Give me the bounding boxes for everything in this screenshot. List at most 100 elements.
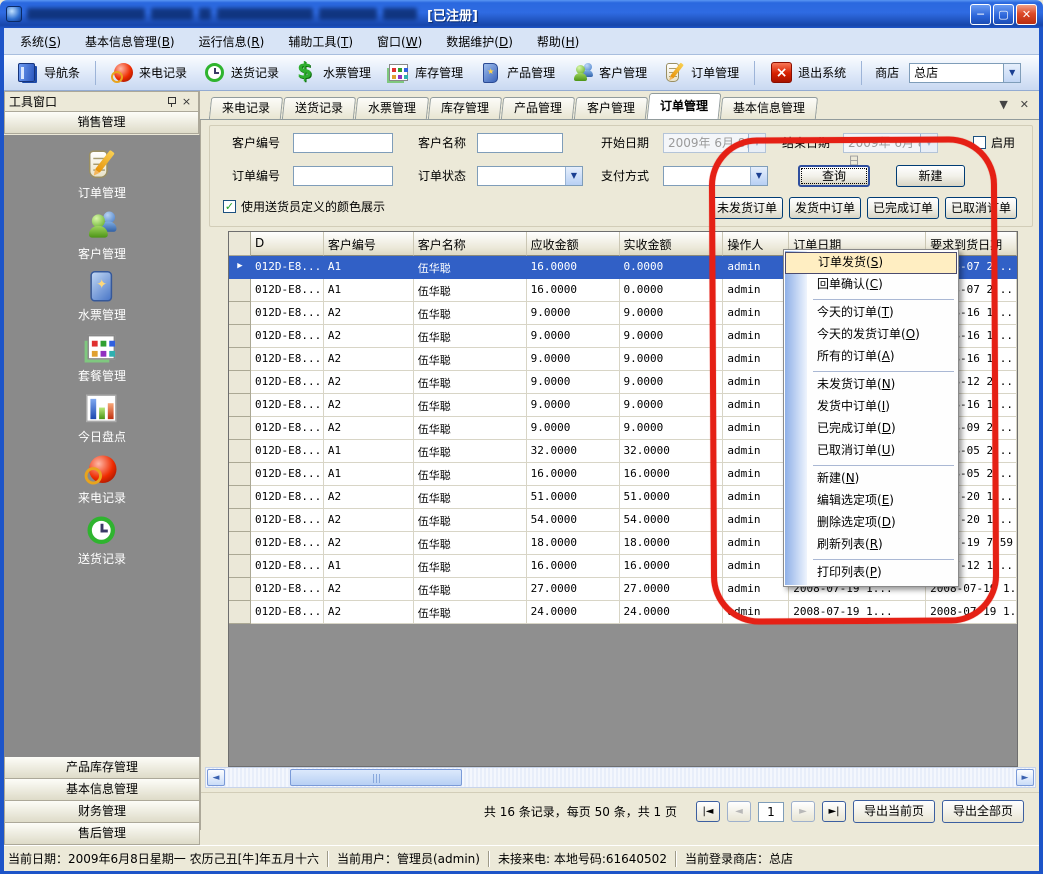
sidebar-item-今日盘点[interactable]: 今日盘点 [42,397,162,445]
context-menu-item-0[interactable]: 订单发货(S) [785,252,957,274]
cell-customer_name[interactable]: 伍华聪 [414,486,527,509]
cell-receivable[interactable]: 54.0000 [527,509,620,532]
cell-operator[interactable]: admin [723,486,789,509]
status-filter-button-发货中订单[interactable]: 发货中订单 [789,197,861,219]
toolbar-button-2[interactable]: 送货记录 [197,58,285,88]
chevron-down-icon[interactable]: ▼ [920,134,937,152]
cell-operator[interactable]: admin [723,279,789,302]
cell-operator[interactable]: admin [723,555,789,578]
toolbar-button-1[interactable]: 来电记录 [105,58,193,88]
context-menu-item-12[interactable]: 新建(N) [785,468,957,490]
sidebar-group-基本信息管理[interactable]: 基本信息管理 [4,779,200,801]
cell-id[interactable]: 012D-E8... [251,601,324,624]
cell-id[interactable]: 012D-E8... [251,348,324,371]
cell-order_date[interactable]: 2008-07-19 1... [789,601,926,624]
cell-receivable[interactable]: 16.0000 [527,463,620,486]
cell-id[interactable]: 012D-E8... [251,256,324,279]
column-header-客户编号[interactable]: 客户编号 [324,232,414,256]
customer-no-input[interactable] [293,133,393,153]
start-date-picker[interactable]: 2009年 6月 8日▼ [663,133,766,153]
cell-id[interactable]: 012D-E8... [251,486,324,509]
tab-产品管理[interactable]: 产品管理 [501,97,575,119]
cell-id[interactable]: 012D-E8... [251,325,324,348]
cell-customer_no[interactable]: A1 [324,256,414,279]
sidebar-item-客户管理[interactable]: 客户管理 [42,214,162,262]
cell-receivable[interactable]: 51.0000 [527,486,620,509]
cell-receivable[interactable]: 9.0000 [527,394,620,417]
column-header-操作人[interactable]: 操作人 [723,232,789,256]
cell-receivable[interactable]: 9.0000 [527,302,620,325]
cell-operator[interactable]: admin [723,417,789,440]
context-menu-item-17[interactable]: 打印列表(P) [785,562,957,584]
sidebar-item-订单管理[interactable]: 订单管理 [42,153,162,201]
cell-customer_name[interactable]: 伍华聪 [414,578,527,601]
cell-operator[interactable]: admin [723,256,789,279]
cell-id[interactable]: 012D-E8... [251,371,324,394]
sidebar-group-财务管理[interactable]: 财务管理 [4,801,200,823]
cell-customer_no[interactable]: A2 [324,509,414,532]
cell-receivable[interactable]: 24.0000 [527,601,620,624]
cell-received[interactable]: 32.0000 [620,440,724,463]
cell-customer_no[interactable]: A1 [324,463,414,486]
maximize-button[interactable]: ▢ [993,4,1014,25]
cell-operator[interactable]: admin [723,509,789,532]
tab-客户管理[interactable]: 客户管理 [574,97,648,119]
sidebar-item-来电记录[interactable]: 来电记录 [42,458,162,506]
cell-customer_no[interactable]: A2 [324,532,414,555]
cell-receivable[interactable]: 32.0000 [527,440,620,463]
tab-水票管理[interactable]: 水票管理 [355,97,429,119]
cell-customer_no[interactable]: A2 [324,578,414,601]
cell-id[interactable]: 012D-E8... [251,302,324,325]
context-menu-item-8[interactable]: 发货中订单(I) [785,396,957,418]
page-number-input[interactable] [758,802,784,822]
export-current-page-button[interactable]: 导出当前页 [853,800,935,823]
context-menu-item-14[interactable]: 删除选定项(D) [785,512,957,534]
cell-received[interactable]: 9.0000 [620,417,724,440]
cell-customer_no[interactable]: A2 [324,371,414,394]
cell-receivable[interactable]: 9.0000 [527,325,620,348]
cell-operator[interactable]: admin [723,532,789,555]
menu-item-3[interactable]: 辅助工具(T) [276,29,365,54]
column-header-应收金额[interactable]: 应收金额 [527,232,620,256]
cell-customer_name[interactable]: 伍华聪 [414,325,527,348]
cell-id[interactable]: 012D-E8... [251,279,324,302]
cell-receivable[interactable]: 9.0000 [527,417,620,440]
cell-customer_name[interactable]: 伍华聪 [414,394,527,417]
context-menu-item-3[interactable]: 今天的订单(T) [785,302,957,324]
cell-received[interactable]: 16.0000 [620,463,724,486]
toolbar-button-5[interactable]: 产品管理 [473,58,561,88]
context-menu-item-15[interactable]: 刷新列表(R) [785,534,957,556]
checkbox-checked-icon[interactable]: ✓ [223,200,236,213]
column-header-客户名称[interactable]: 客户名称 [414,232,527,256]
context-menu-item-13[interactable]: 编辑选定项(E) [785,490,957,512]
enable-checkbox[interactable]: 启用 [973,134,1015,151]
cell-received[interactable]: 27.0000 [620,578,724,601]
horizontal-scrollbar[interactable]: ◄ ► [205,767,1036,788]
cell-id[interactable]: 012D-E8... [251,555,324,578]
prev-page-button[interactable]: ◄ [727,801,751,822]
order-no-input[interactable] [293,166,393,186]
context-menu-item-10[interactable]: 已取消订单(U) [785,440,957,462]
sidebar-item-送货记录[interactable]: 送货记录 [42,519,162,567]
chevron-down-icon[interactable]: ▼ [750,167,767,185]
menu-item-0[interactable]: 系统(S) [8,29,73,54]
cell-operator[interactable]: admin [723,371,789,394]
context-menu-item-1[interactable]: 回单确认(C) [785,274,957,296]
tab-来电记录[interactable]: 来电记录 [209,97,283,119]
tool-window-close-icon[interactable]: × [179,95,194,109]
cell-received[interactable]: 9.0000 [620,325,724,348]
cell-required_date[interactable]: 2008-07-19 1... [926,601,1017,624]
sidebar-group-售后管理[interactable]: 售后管理 [4,823,200,845]
chevron-down-icon[interactable]: ▼ [1003,64,1020,82]
cell-customer_no[interactable]: A1 [324,555,414,578]
payment-method-select[interactable]: ▼ [663,166,768,186]
menu-item-6[interactable]: 帮助(H) [525,29,591,54]
next-page-button[interactable]: ► [791,801,815,822]
scroll-left-icon[interactable]: ◄ [207,769,225,786]
cell-id[interactable]: 012D-E8... [251,532,324,555]
sidebar-item-水票管理[interactable]: 水票管理 [42,275,162,323]
cell-received[interactable]: 51.0000 [620,486,724,509]
cell-received[interactable]: 9.0000 [620,394,724,417]
tab-close-icon[interactable]: ✕ [1020,98,1029,111]
query-button[interactable]: 查询 [798,165,870,187]
